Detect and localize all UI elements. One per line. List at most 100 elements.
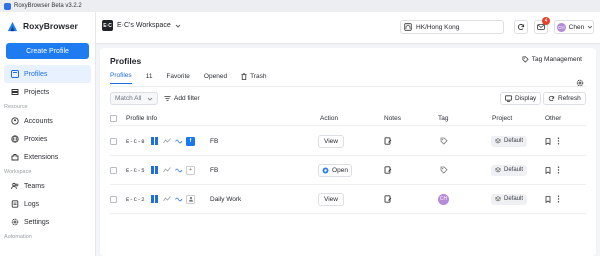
chevron-down-icon — [175, 24, 181, 28]
project-label: Default — [504, 138, 524, 144]
chevron-down-icon — [147, 97, 153, 101]
ip-icon — [174, 195, 183, 204]
col-action: Action — [320, 115, 339, 122]
sidebar: RoxyBrowser Create Profile Profiles Proj… — [0, 12, 96, 256]
create-profile-button[interactable]: Create Profile — [6, 43, 89, 59]
proxy-status-icon — [162, 166, 171, 175]
match-all-select[interactable]: Match All — [110, 92, 158, 105]
tag-management-label: Tag Management — [531, 56, 582, 63]
table-row[interactable]: E-C-2 Daily Work View CH Default — [110, 185, 586, 214]
filter-bar: Match All Add filter — [110, 92, 200, 105]
sidebar-item-label: Projects — [24, 88, 50, 96]
windows-icon — [150, 195, 159, 204]
action-label: Open — [332, 166, 348, 174]
notes-button[interactable] — [384, 127, 392, 155]
notes-button[interactable] — [384, 156, 392, 184]
sidebar-item-profiles[interactable]: Profiles — [4, 65, 91, 83]
tag-icon — [440, 137, 448, 145]
account-icon[interactable] — [186, 194, 195, 204]
sidebar-item-settings[interactable]: Settings — [4, 213, 91, 231]
ip-icon — [174, 166, 183, 175]
sidebar-item-accounts[interactable]: Accounts — [4, 112, 91, 130]
col-notes: Notes — [384, 115, 401, 122]
add-filter-button[interactable]: Add filter — [164, 95, 200, 102]
more-icon[interactable] — [557, 166, 560, 174]
table-row[interactable]: E-C-5 + FB Open Default — [110, 156, 586, 185]
bookmark-icon[interactable] — [545, 195, 551, 203]
view-button[interactable]: View — [318, 134, 344, 148]
sidebar-item-label: Profiles — [24, 70, 48, 78]
action-label: View — [324, 195, 338, 203]
sidebar-item-projects[interactable]: Projects — [4, 83, 91, 101]
add-filter-label: Add filter — [174, 95, 200, 102]
section-workspace: Workspace — [4, 168, 32, 175]
sidebar-item-extensions[interactable]: Extensions — [4, 148, 91, 166]
tab-favorite[interactable]: Favorite — [166, 72, 189, 84]
notifications-button[interactable]: 4 — [534, 17, 550, 34]
profile-name: FB — [210, 166, 219, 174]
tag-management-link[interactable]: Tag Management — [522, 56, 582, 63]
workspace-switcher[interactable]: E·C E·C's Workspace — [102, 20, 181, 31]
table-row[interactable]: E-C-8 f FB View Default — [110, 127, 586, 156]
sidebar-item-logs[interactable]: Logs — [4, 195, 91, 213]
tag-avatar[interactable]: CH — [438, 193, 449, 205]
col-other: Other — [545, 115, 562, 122]
ip-icon — [174, 137, 183, 146]
logs-icon — [11, 200, 19, 208]
chevron-down-icon — [587, 25, 593, 29]
more-icon[interactable] — [557, 195, 560, 203]
teams-icon — [11, 182, 19, 190]
notes-button[interactable] — [384, 185, 392, 213]
display-label: Display — [515, 95, 537, 102]
brand-name: RoxyBrowser — [23, 21, 78, 31]
proxies-icon — [11, 135, 19, 143]
bookmark-icon[interactable] — [545, 137, 551, 145]
edit-note-icon — [384, 137, 392, 145]
user-menu[interactable]: CH Chen — [554, 20, 594, 34]
display-icon — [505, 95, 512, 102]
filter-icon — [164, 96, 171, 101]
refresh-label: Refresh — [558, 95, 581, 102]
sidebar-item-label: Proxies — [24, 135, 48, 143]
view-button[interactable]: View — [318, 192, 344, 206]
profile-serial: E-C-8 — [126, 137, 146, 145]
open-button[interactable]: Open — [318, 163, 352, 177]
sidebar-item-proxies[interactable]: Proxies — [4, 130, 91, 148]
page-title: Profiles — [110, 56, 142, 66]
settings-icon — [11, 218, 19, 226]
tag-button[interactable] — [440, 156, 448, 184]
refresh-icon — [548, 95, 555, 102]
layers-icon — [495, 138, 501, 144]
bookmark-icon[interactable] — [545, 166, 551, 174]
tab-opened[interactable]: Opened — [204, 72, 227, 84]
tag-button[interactable] — [440, 127, 448, 155]
match-all-label: Match All — [115, 95, 142, 102]
tab-trash[interactable]: Trash — [241, 72, 266, 84]
sidebar-item-label: Extensions — [24, 153, 59, 161]
profile-serial: E-C-5 — [126, 166, 146, 174]
row-checkbox[interactable] — [110, 166, 117, 174]
column-settings-button[interactable] — [576, 74, 584, 92]
profiles-icon — [11, 70, 19, 78]
avatar: CH — [557, 22, 566, 32]
tab-profiles[interactable]: Profiles — [110, 72, 132, 84]
project-tag: Default — [491, 164, 528, 176]
sidebar-item-label: Accounts — [24, 117, 53, 125]
more-icon[interactable] — [557, 137, 560, 145]
row-checkbox[interactable] — [110, 195, 117, 203]
col-project: Project — [492, 115, 513, 122]
select-all-checkbox[interactable] — [110, 115, 117, 122]
display-button[interactable]: Display — [500, 92, 542, 105]
row-checkbox[interactable] — [110, 137, 117, 145]
tab-label: Trash — [250, 72, 267, 80]
profile-serial: E-C-2 — [126, 195, 146, 203]
tag-icon — [522, 56, 529, 63]
region-selector[interactable]: HK/Hong Kong — [400, 20, 504, 34]
tabs-divider — [110, 86, 586, 87]
add-account-icon[interactable]: + — [186, 165, 195, 175]
tab-count[interactable]: 11 — [146, 72, 153, 84]
sidebar-item-teams[interactable]: Teams — [4, 177, 91, 195]
profile-name: Daily Work — [210, 195, 242, 203]
sync-button[interactable] — [514, 20, 528, 34]
refresh-button[interactable]: Refresh — [543, 92, 586, 105]
